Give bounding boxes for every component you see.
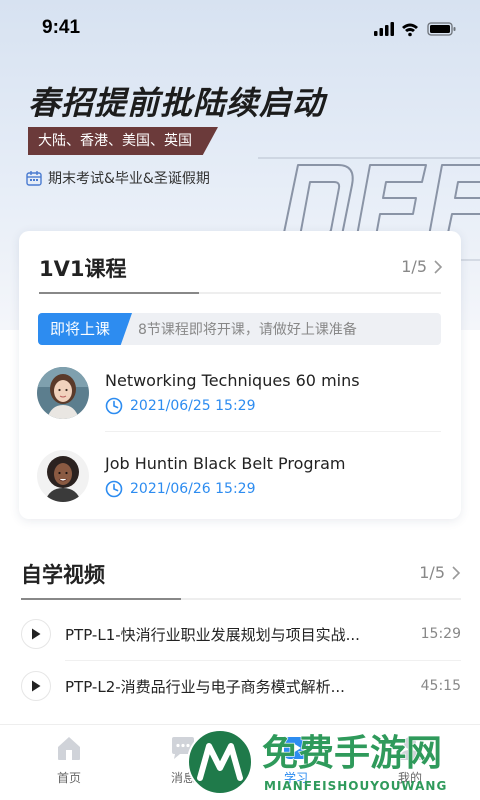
lesson-time: 2021/06/25 15:29 [105,397,256,415]
svg-text:免费手游网: 免费手游网 [262,733,442,774]
course-header-divider [39,292,441,294]
tab-home[interactable]: 首页 [24,735,114,786]
course-pager[interactable]: 1/5 [401,257,443,276]
video-separator [65,660,461,661]
svg-text:MIANFEISHOUYOUWANG: MIANFEISHOUYOUWANG [264,779,447,793]
avatar-image [37,367,89,419]
video-section-title: 自学视频 [21,563,105,587]
video-title: PTP-L1-快消行业职业发展规划与项目实战... [65,625,360,644]
video-pager[interactable]: 1/5 [419,563,461,582]
video-duration: 15:29 [420,626,461,642]
video-title: PTP-L2-消费品行业与电子商务模式解析... [65,677,345,696]
clock-icon [105,397,123,415]
banner-subline: 期末考试&毕业&圣诞假期 [26,168,210,188]
lesson-item[interactable]: Job Huntin Black Belt Program 2021/06/26… [37,446,443,506]
lesson-separator [105,431,441,432]
course-divider-indicator [39,292,199,294]
upcoming-notice[interactable]: 即将上课 8节课程即将开课，请做好上课准备 [38,313,441,345]
home-icon [58,737,80,760]
banner-regions-ribbon: 大陆、香港、美国、英国 [28,127,218,155]
lesson-avatar [37,450,89,502]
banner-subline-text: 期末考试&毕业&圣诞假期 [48,171,210,187]
tab-home-label: 首页 [56,771,81,785]
lesson-time-text: 2021/06/25 15:29 [130,398,256,414]
lesson-item[interactable]: Networking Techniques 60 mins 2021/06/25… [37,363,443,423]
chevron-right-icon [434,259,443,274]
status-icons [374,21,458,41]
banner-title: 春招提前批陆续启动 [28,84,326,122]
video-pager-count: 1/5 [419,563,445,582]
video-item[interactable]: PTP-L2-消费品行业与电子商务模式解析... 45:15 [21,666,461,706]
video-item[interactable]: PTP-L1-快消行业职业发展规划与项目实战... 15:29 [21,614,461,654]
lesson-time: 2021/06/26 15:29 [105,480,256,498]
play-button[interactable] [21,671,51,701]
play-icon [32,628,41,640]
course-pager-count: 1/5 [401,257,427,276]
avatar-image [37,450,89,502]
play-button[interactable] [21,619,51,649]
video-section-header: 自学视频 1/5 [21,559,461,589]
lesson-time-text: 2021/06/26 15:29 [130,481,256,497]
course-card: 1V1课程 1/5 即将上课 8节课程即将开课，请做好上课准备 Networki… [19,231,461,519]
clock-icon [105,480,123,498]
video-duration: 45:15 [420,678,461,694]
course-card-header: 1V1课程 1/5 [39,253,443,283]
play-icon [32,680,41,692]
calendar-icon [26,171,42,186]
video-header-divider [21,598,461,600]
watermark-logo: 免费手游网 MIANFEISHOUYOUWANG [187,729,447,795]
chevron-right-icon [452,565,461,580]
status-time: 9:41 [42,17,81,38]
course-section-title: 1V1课程 [39,257,127,281]
upcoming-notice-text: 8节课程即将开课，请做好上课准备 [138,322,357,338]
status-bar: 9:41 [0,0,480,56]
video-divider-indicator [21,598,181,600]
signal-wifi-battery-icon [374,22,456,37]
lesson-title: Job Huntin Black Belt Program [105,454,346,473]
lesson-avatar [37,367,89,419]
lesson-title: Networking Techniques 60 mins [105,371,360,390]
upcoming-badge: 即将上课 [38,313,133,345]
